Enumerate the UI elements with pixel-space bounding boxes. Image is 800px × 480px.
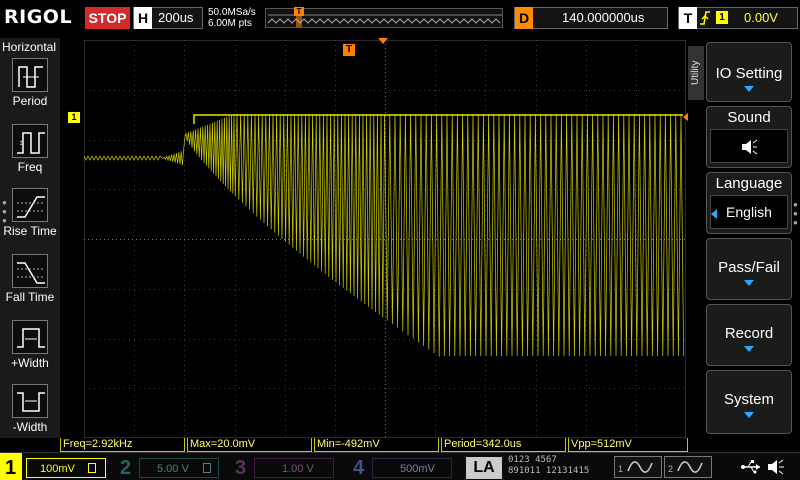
chevron-left-icon	[711, 209, 717, 219]
svg-text:↕: ↕	[19, 138, 23, 147]
channel-3-scale: 1.00 V	[282, 463, 314, 475]
channel-3-status[interactable]: 3 1.00 V	[230, 456, 340, 480]
measure-pos-width-button[interactable]: +Width	[0, 320, 60, 370]
measurement-bar: Freq=2.92kHz Max=20.0mV Min=-492mV Perio…	[60, 438, 688, 452]
memory-trigger-marker: T	[294, 7, 304, 16]
sound-label: Sound	[727, 109, 771, 126]
sample-rate: 50.0MSa/s	[208, 7, 256, 18]
left-panel-title: Horizontal	[2, 40, 57, 54]
utility-tab[interactable]: Utility	[688, 46, 704, 100]
neg-width-icon	[12, 384, 48, 418]
chevron-down-icon	[744, 86, 754, 92]
channel-3-number: 3	[235, 457, 247, 479]
measure-rise-time-button[interactable]: Rise Time	[0, 188, 60, 238]
top-status-bar: RIGOL STOP H 200us 50.0MSa/s 6.00M pts T…	[0, 0, 800, 38]
rise-time-label: Rise Time	[3, 224, 57, 238]
channel-2-number: 2	[120, 457, 132, 479]
period-label: Period	[12, 94, 48, 108]
la-digits-row-2: 891011 12131415	[508, 466, 590, 476]
waveform-display[interactable]	[83, 39, 687, 439]
brand-logo: RIGOL	[4, 6, 73, 28]
record-button[interactable]: Record	[706, 304, 792, 366]
measure-freq-button[interactable]: ↕ Freq	[0, 124, 60, 174]
sound-button[interactable]: Sound	[706, 106, 792, 168]
speaker-icon[interactable]	[766, 458, 786, 476]
pos-width-label: +Width	[11, 356, 49, 370]
language-button[interactable]: Language English	[706, 172, 792, 234]
measurement-vpp[interactable]: Vpp=512mV	[568, 438, 688, 452]
fall-time-label: Fall Time	[5, 290, 55, 304]
channel-2-scale: 5.00 V	[157, 463, 189, 475]
measurement-freq[interactable]: Freq=2.92kHz	[60, 438, 185, 452]
waveform-grid	[83, 39, 687, 439]
trigger-position-label: T	[345, 44, 353, 55]
freq-label: Freq	[17, 160, 43, 174]
sound-toggle[interactable]	[710, 129, 788, 163]
horizontal-letter: H	[134, 7, 152, 29]
measure-period-button[interactable]: Period	[0, 58, 60, 108]
period-icon	[12, 58, 48, 92]
sine-wave-icon	[627, 461, 653, 473]
measure-fall-time-button[interactable]: Fall Time	[0, 254, 60, 304]
record-label: Record	[724, 325, 774, 342]
measure-neg-width-button[interactable]: -Width	[0, 384, 60, 434]
channel-2-coupling-icon	[203, 463, 211, 473]
trigger-source: 1	[716, 11, 728, 24]
right-scroll-dots: ● ● ●	[793, 200, 798, 227]
measurement-period[interactable]: Period=342.0us	[441, 438, 566, 452]
trigger-letter: T	[679, 7, 697, 29]
run-stop-status[interactable]: STOP	[85, 7, 130, 29]
horizontal-measure-panel: Horizontal ● ● ● Period ↕ Freq Rise Time F…	[0, 38, 60, 438]
sine-wave-icon	[677, 461, 703, 473]
channel-1-offset-marker[interactable]: 1	[68, 112, 80, 123]
channel-1-number: 1	[5, 457, 17, 479]
channel-4-scale: 500mV	[400, 463, 435, 475]
fall-time-icon	[12, 254, 48, 288]
system-button[interactable]: System	[706, 370, 792, 434]
pass-fail-label: Pass/Fail	[718, 259, 780, 276]
system-label: System	[723, 391, 774, 408]
la-digits-row-1: 0123 4567	[508, 455, 557, 465]
language-label: Language	[715, 175, 783, 192]
chevron-down-icon	[744, 346, 754, 352]
channel-4-status[interactable]: 4 500mV	[348, 456, 458, 480]
language-select[interactable]: English	[710, 195, 788, 229]
rising-edge-icon	[700, 11, 710, 25]
io-setting-label: IO Setting	[715, 65, 783, 82]
channel-1-scale: 100mV	[40, 463, 75, 475]
neg-width-label: -Width	[12, 420, 48, 434]
chevron-down-icon	[744, 412, 754, 418]
channel-1-coupling-icon	[88, 463, 96, 473]
generator-2-button[interactable]: 2	[664, 456, 712, 478]
la-channel-indicators: 0123 4567 891011 12131415	[508, 455, 612, 479]
channel-4-number: 4	[353, 457, 365, 479]
rise-time-icon	[12, 188, 48, 222]
logic-analyzer-button[interactable]: LA	[466, 457, 502, 479]
trigger-delay-arrow-icon	[378, 38, 388, 44]
delay-value: 140.000000us	[562, 10, 645, 25]
channel-1-status[interactable]: 1 100mV	[0, 453, 110, 480]
memory-depth: 6.00M pts	[208, 18, 252, 29]
language-value: English	[726, 204, 772, 220]
timebase-value: 200us	[158, 10, 194, 25]
delay-letter: D	[515, 7, 533, 29]
measurement-min[interactable]: Min=-492mV	[314, 438, 439, 452]
channel-2-status[interactable]: 2 5.00 V	[115, 456, 225, 480]
pass-fail-button[interactable]: Pass/Fail	[706, 238, 792, 300]
trigger-level: 0.00V	[744, 10, 778, 25]
measurement-max[interactable]: Max=20.0mV	[187, 438, 312, 452]
channel-status-bar: 1 100mV 2 5.00 V 3 1.00 V 4 500mV LA 012…	[0, 452, 800, 480]
freq-icon: ↕	[12, 124, 48, 158]
generator-1-button[interactable]: 1	[614, 456, 662, 478]
speaker-icon	[742, 139, 758, 155]
usb-icon	[741, 460, 760, 474]
pos-width-icon	[12, 320, 48, 354]
memory-position-bar[interactable]: T	[265, 7, 503, 28]
chevron-down-icon	[744, 280, 754, 286]
io-setting-button[interactable]: IO Setting	[706, 42, 792, 102]
